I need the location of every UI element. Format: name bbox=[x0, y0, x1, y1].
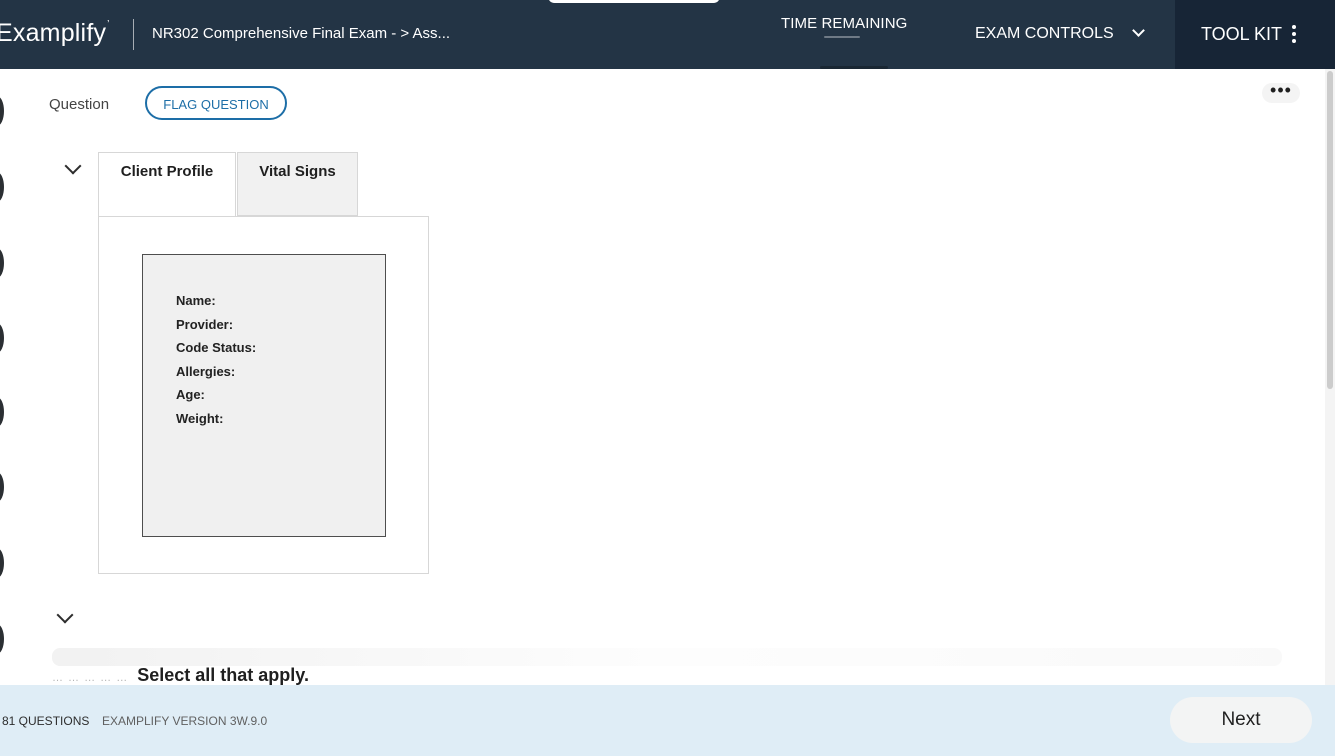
kebab-dot bbox=[1292, 25, 1296, 29]
tool-kit-label: TOOL KIT bbox=[1201, 24, 1283, 44]
question-nav-dot[interactable] bbox=[0, 472, 4, 502]
profile-field-provider: Provider: bbox=[176, 314, 385, 338]
exam-title: NR302 Comprehensive Final Exam - > Ass..… bbox=[152, 25, 451, 42]
question-nav-dot[interactable] bbox=[0, 248, 4, 278]
question-label: Question bbox=[49, 96, 109, 113]
tab-vital-signs-label: Vital Signs bbox=[259, 163, 336, 180]
field-label: Allergies: bbox=[176, 363, 236, 379]
title-divider bbox=[133, 19, 134, 50]
timer-toggle-pill[interactable] bbox=[548, 0, 720, 3]
examplify-logo: Examplify’ bbox=[0, 19, 110, 48]
question-nav-dot[interactable] bbox=[0, 548, 4, 578]
collapse-chevron-down-icon[interactable] bbox=[64, 157, 82, 175]
instruction-text: Select all that apply. bbox=[137, 665, 309, 685]
question-nav-dot[interactable] bbox=[0, 323, 4, 353]
question-count: 81 QUESTIONS bbox=[2, 714, 90, 728]
question-nav-dot[interactable] bbox=[0, 624, 4, 654]
redacted-stem-band bbox=[52, 648, 1282, 666]
client-profile-panel: Name: Provider: Code Status: Allergies: … bbox=[98, 216, 429, 574]
tab-vital-signs[interactable]: Vital Signs bbox=[237, 152, 358, 216]
trademark-mark: ’ bbox=[107, 19, 110, 30]
field-label: Age: bbox=[176, 387, 205, 402]
brand-name: Examplify bbox=[0, 19, 107, 47]
vertical-scrollbar[interactable] bbox=[1325, 69, 1335, 685]
tool-kit-button[interactable]: TOOL KIT bbox=[1175, 0, 1335, 69]
kebab-icon bbox=[1292, 25, 1296, 43]
chevron-down-icon bbox=[1132, 24, 1146, 37]
exam-controls-label: EXAM CONTROLS bbox=[975, 25, 1114, 42]
exam-controls-menu[interactable]: EXAM CONTROLS bbox=[975, 24, 1146, 43]
redacted-stem-text: … … … … … bbox=[52, 672, 129, 684]
time-remaining-value bbox=[824, 36, 860, 38]
question-nav-dot[interactable] bbox=[0, 172, 4, 202]
collapse-chevron-down-icon[interactable] bbox=[56, 606, 74, 624]
top-bar: Examplify’ NR302 Comprehensive Final Exa… bbox=[0, 0, 1335, 69]
profile-field-age: Age: bbox=[176, 384, 385, 408]
question-nav-dot[interactable] bbox=[0, 397, 4, 427]
profile-field-code-status: Code Status: bbox=[176, 337, 385, 361]
profile-field-weight: Weight: bbox=[176, 408, 385, 432]
next-button[interactable]: Next bbox=[1170, 697, 1312, 743]
field-label: Code Status: bbox=[176, 340, 257, 355]
question-instruction: … … … … … Select all that apply. bbox=[52, 665, 309, 686]
footer-bar: 81 QUESTIONS EXAMPLIFY VERSION 3W.9.0 Ne… bbox=[0, 685, 1335, 756]
field-label: Name: bbox=[176, 293, 216, 308]
scrollbar-thumb[interactable] bbox=[1327, 71, 1333, 389]
tab-client-profile[interactable]: Client Profile bbox=[98, 152, 236, 216]
question-nav-dot[interactable] bbox=[0, 96, 4, 126]
examplify-app: Examplify’ NR302 Comprehensive Final Exa… bbox=[0, 0, 1335, 756]
app-version: EXAMPLIFY VERSION 3W.9.0 bbox=[102, 714, 268, 728]
kebab-dot bbox=[1292, 32, 1296, 36]
question-label-text: Question bbox=[49, 96, 110, 113]
profile-field-allergies: Allergies: bbox=[176, 361, 385, 385]
tab-client-profile-label: Client Profile bbox=[120, 163, 214, 180]
more-horizontal-icon[interactable]: ••• bbox=[1262, 81, 1300, 103]
profile-field-name: Name: bbox=[176, 290, 385, 314]
field-label: Provider: bbox=[176, 316, 234, 332]
kebab-dot bbox=[1292, 39, 1296, 43]
client-profile-card: Name: Provider: Code Status: Allergies: … bbox=[142, 254, 386, 537]
timer-indicator bbox=[820, 66, 888, 69]
question-navigator-rail bbox=[0, 69, 7, 685]
time-remaining-label: TIME REMAINING bbox=[781, 15, 908, 32]
flag-question-button[interactable]: FLAG QUESTION bbox=[145, 86, 287, 120]
field-label: Weight: bbox=[176, 410, 224, 426]
